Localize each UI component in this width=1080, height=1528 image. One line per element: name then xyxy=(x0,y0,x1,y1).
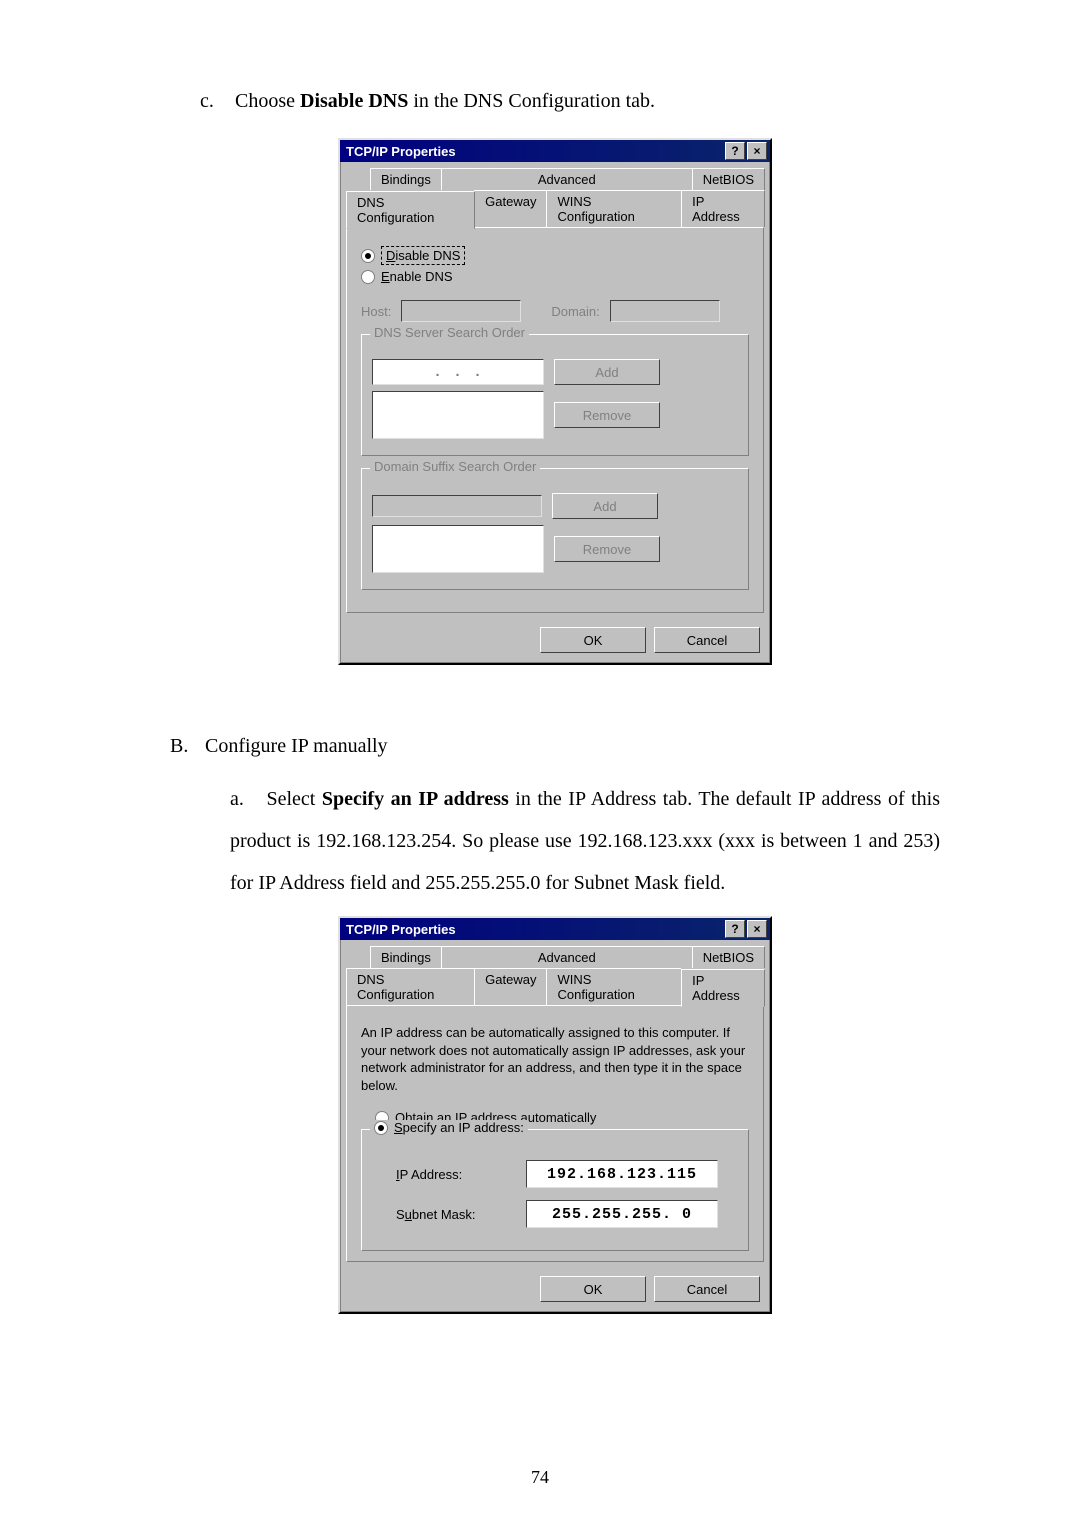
domain-suffix-order-legend: Domain Suffix Search Order xyxy=(370,459,540,474)
radio-enable-dns[interactable]: Enable DNS xyxy=(361,269,749,284)
section-b-marker: B. xyxy=(170,735,200,758)
ip-dialog-titlebar: TCP/IP Properties ? × xyxy=(340,918,770,940)
host-label: Host: xyxy=(361,304,391,319)
suffix-remove-button: Remove xyxy=(554,536,660,562)
step-a-bold: Specify an IP address xyxy=(322,788,509,810)
dns-tab-panel: Disable DNS Enable DNS Host: Domain: DNS… xyxy=(346,227,764,613)
close-icon[interactable]: × xyxy=(747,920,767,938)
ip-address-input[interactable]: 192.168.123.115 xyxy=(526,1160,718,1188)
tab-advanced[interactable]: Advanced xyxy=(441,946,693,968)
subnet-mask-input[interactable]: 255.255.255. 0 xyxy=(526,1200,718,1228)
ip-dialog-tabs-front-row: DNS Configuration Gateway WINS Configura… xyxy=(340,968,770,1005)
tab-ip-address[interactable]: IP Address xyxy=(681,190,765,227)
cancel-button[interactable]: Cancel xyxy=(654,627,760,653)
tab-netbios[interactable]: NetBIOS xyxy=(692,168,765,190)
step-c-post: in the DNS Configuration tab. xyxy=(408,90,655,112)
tab-dns-configuration[interactable]: DNS Configuration xyxy=(346,968,475,1005)
subnet-mask-label: Subnet Mask: xyxy=(396,1207,506,1222)
domain-suffix-input xyxy=(372,495,542,517)
page-number: 74 xyxy=(0,1467,1080,1488)
tcpip-dns-dialog: TCP/IP Properties ? × Bindings Advanced … xyxy=(338,138,772,665)
domain-input xyxy=(610,300,720,322)
domain-label: Domain: xyxy=(551,304,599,319)
dns-dialog-tabs-front-row: DNS Configuration Gateway WINS Configura… xyxy=(340,190,770,227)
radio-dot-icon xyxy=(361,270,375,284)
cancel-button[interactable]: Cancel xyxy=(654,1276,760,1302)
section-b-title: Configure IP manually xyxy=(205,735,388,757)
tab-bindings[interactable]: Bindings xyxy=(370,946,442,968)
tab-ip-address[interactable]: IP Address xyxy=(681,969,765,1007)
ip-description: An IP address can be automatically assig… xyxy=(361,1024,749,1094)
ok-button[interactable]: OK xyxy=(540,1276,646,1302)
domain-suffix-list xyxy=(372,525,544,573)
ip-dialog-title: TCP/IP Properties xyxy=(346,922,456,937)
tab-gateway[interactable]: Gateway xyxy=(474,968,547,1005)
dns-remove-button: Remove xyxy=(554,402,660,428)
tcpip-ip-dialog: TCP/IP Properties ? × Bindings Advanced … xyxy=(338,916,772,1314)
radio-disable-dns[interactable]: Disable DNS xyxy=(361,246,749,265)
step-c-instruction: c. Choose Disable DNS in the DNS Configu… xyxy=(200,90,940,113)
host-input xyxy=(401,300,521,322)
step-c-marker: c. xyxy=(200,90,230,113)
specify-ip-group: Specify an IP address: IP Address: 192.1… xyxy=(361,1129,749,1251)
ip-tab-panel: An IP address can be automatically assig… xyxy=(346,1005,764,1262)
section-b: B. Configure IP manually a. Select Speci… xyxy=(170,735,940,904)
radio-disable-dns-label: Disable DNS xyxy=(381,246,465,265)
ip-dialog-tabs-back-row: Bindings Advanced NetBIOS xyxy=(340,940,770,968)
step-c-bold: Disable DNS xyxy=(300,90,408,112)
ip-address-label: IP Address: xyxy=(396,1167,506,1182)
dns-server-order-legend: DNS Server Search Order xyxy=(370,325,529,340)
help-icon[interactable]: ? xyxy=(725,142,745,160)
radio-specify-label[interactable]: Specify an IP address: xyxy=(394,1120,524,1135)
step-c-pre: Choose xyxy=(235,90,300,112)
dns-dialog-button-row: OK Cancel xyxy=(340,619,770,663)
dns-dialog-titlebar: TCP/IP Properties ? × xyxy=(340,140,770,162)
tab-wins-configuration[interactable]: WINS Configuration xyxy=(546,190,682,227)
suffix-add-button: Add xyxy=(552,493,658,519)
dns-server-ip-input: . . . xyxy=(372,359,544,385)
radio-dot-icon xyxy=(361,249,375,263)
tab-gateway[interactable]: Gateway xyxy=(474,190,547,227)
dns-dialog-title: TCP/IP Properties xyxy=(346,144,456,159)
help-icon[interactable]: ? xyxy=(725,920,745,938)
close-icon[interactable]: × xyxy=(747,142,767,160)
step-a-marker: a. xyxy=(230,778,260,820)
dns-dialog-tabs-back-row: Bindings Advanced NetBIOS xyxy=(340,162,770,190)
step-a-pre: Select xyxy=(267,788,322,810)
domain-suffix-order-group: Domain Suffix Search Order Add Remove xyxy=(361,468,749,590)
tab-advanced[interactable]: Advanced xyxy=(441,168,693,190)
tab-netbios[interactable]: NetBIOS xyxy=(692,946,765,968)
ip-dialog-button-row: OK Cancel xyxy=(340,1268,770,1312)
dns-server-order-group: DNS Server Search Order . . . Add Remove xyxy=(361,334,749,456)
radio-dot-icon xyxy=(374,1121,388,1135)
dns-server-list xyxy=(372,391,544,439)
radio-enable-dns-label: Enable DNS xyxy=(381,269,453,284)
tab-wins-configuration[interactable]: WINS Configuration xyxy=(546,968,682,1005)
tab-dns-configuration[interactable]: DNS Configuration xyxy=(346,191,475,229)
ok-button[interactable]: OK xyxy=(540,627,646,653)
dns-add-button: Add xyxy=(554,359,660,385)
tab-bindings[interactable]: Bindings xyxy=(370,168,442,190)
